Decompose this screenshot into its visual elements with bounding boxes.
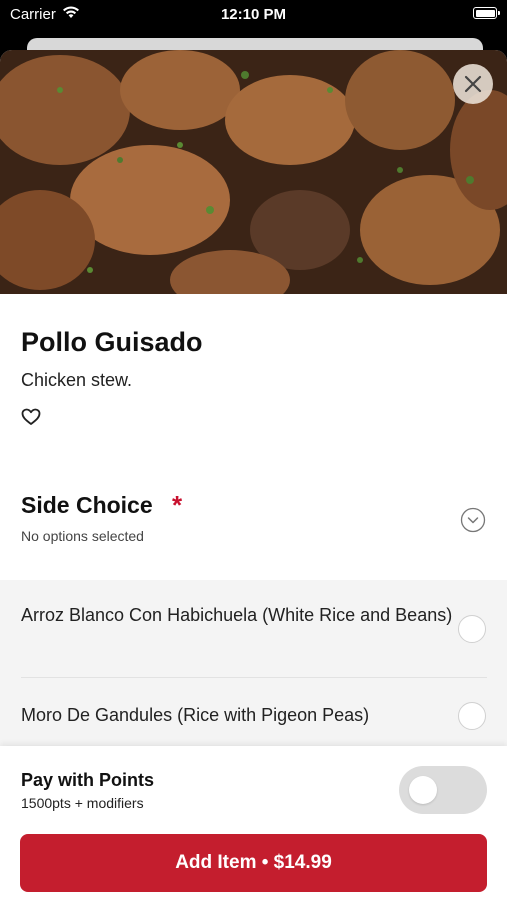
option-label-rice-beans[interactable]: Arroz Blanco Con Habichuela (White Rice … bbox=[21, 602, 461, 628]
close-button[interactable] bbox=[453, 64, 493, 104]
item-image bbox=[0, 50, 507, 294]
add-item-button[interactable]: Add Item • $14.99 bbox=[20, 834, 487, 892]
points-cost: 1500pts + modifiers bbox=[21, 795, 144, 811]
side-choice-options: Arroz Blanco Con Habichuela (White Rice … bbox=[0, 580, 507, 755]
heart-icon[interactable] bbox=[21, 407, 41, 427]
radio-rice-beans[interactable] bbox=[458, 615, 486, 643]
required-indicator: * bbox=[172, 490, 183, 520]
chevron-down-icon[interactable] bbox=[460, 507, 486, 533]
item-sheet: Pollo Guisado Chicken stew. Side Choice … bbox=[0, 50, 507, 900]
item-description: Chicken stew. bbox=[21, 370, 133, 390]
food-photo-illustration bbox=[0, 50, 507, 294]
toggle-knob bbox=[409, 776, 437, 804]
pay-with-points-label: Pay with Points bbox=[21, 770, 155, 790]
status-bar: Carrier 12:10 PM bbox=[0, 0, 507, 30]
checkout-footer: Pay with Points 1500pts + modifiers Add … bbox=[0, 746, 507, 900]
item-title: Pollo Guisado bbox=[21, 327, 203, 357]
clock: 12:10 PM bbox=[220, 6, 287, 23]
radio-pigeon-peas[interactable] bbox=[458, 702, 486, 730]
battery-icon bbox=[473, 7, 500, 19]
side-choice-status: No options selected bbox=[21, 528, 144, 544]
option-divider bbox=[21, 677, 487, 678]
side-choice-title: Side Choice bbox=[21, 492, 153, 518]
close-icon bbox=[464, 75, 482, 93]
option-label-pigeon-peas[interactable]: Moro De Gandules (Rice with Pigeon Peas) bbox=[21, 702, 461, 728]
points-toggle[interactable] bbox=[399, 766, 487, 814]
